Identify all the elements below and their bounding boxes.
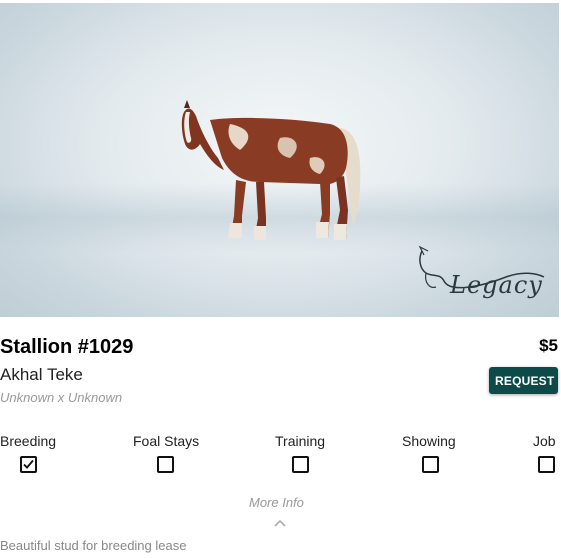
training-checkbox[interactable] <box>292 456 309 473</box>
breeding-checkbox[interactable] <box>20 456 37 473</box>
brand-wordmark: Legacy <box>450 271 543 299</box>
chevron-up-icon[interactable] <box>273 519 287 528</box>
option-label-training: Training <box>275 433 326 449</box>
checkmark-icon <box>23 459 34 469</box>
listing-price: $5 <box>539 336 558 355</box>
option-label-showing: Showing <box>402 433 456 449</box>
more-info-link[interactable]: More Info <box>249 495 304 510</box>
lineage-label: Unknown x Unknown <box>0 390 123 405</box>
option-label-foal-stays: Foal Stays <box>133 433 200 449</box>
foal-stays-checkbox[interactable] <box>157 456 174 473</box>
option-label-job: Job <box>533 433 556 449</box>
job-checkbox[interactable] <box>538 456 555 473</box>
listing-description: Beautiful stud for breeding lease <box>0 538 187 553</box>
option-label-breeding: Breeding <box>0 433 57 449</box>
horse-image <box>181 100 361 240</box>
showing-checkbox[interactable] <box>422 456 439 473</box>
request-button[interactable]: REQUEST <box>489 367 558 394</box>
breed-label: Akhal Teke <box>0 365 83 384</box>
listing-title: Stallion #1029 <box>0 336 134 358</box>
horse-photo: Legacy <box>0 3 559 317</box>
